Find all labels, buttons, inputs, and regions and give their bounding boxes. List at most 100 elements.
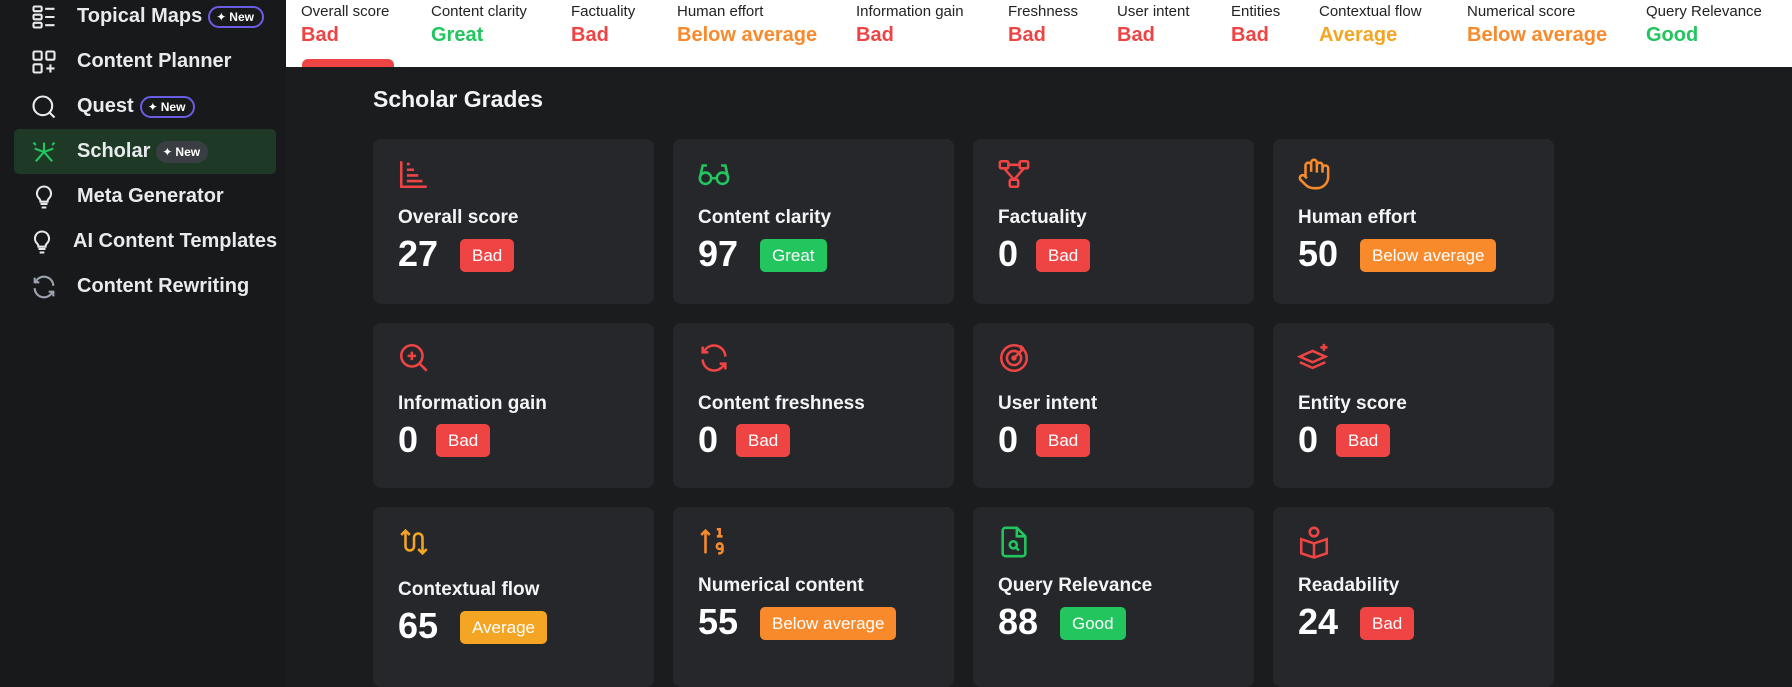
sidebar-item-label: Content Planner: [77, 50, 232, 72]
card-title: Content clarity: [698, 207, 832, 228]
lightbulb-icon: [28, 226, 56, 258]
card-title: Numerical content: [698, 575, 864, 596]
metric-value: Average: [1319, 24, 1398, 46]
metric-label: Entities: [1231, 3, 1281, 20]
card-score: 97: [698, 233, 739, 274]
topical-maps-icon: [28, 1, 60, 33]
metric-value: Bad: [571, 24, 609, 46]
metric-value: Great: [431, 24, 484, 46]
sidebar-item-label: AI Content Templates: [73, 230, 278, 252]
status-badge: Bad: [736, 424, 791, 457]
status-badge: Bad: [436, 424, 491, 457]
zoom-in-icon: [397, 341, 431, 375]
sidebar-item-label: Meta Generator: [77, 185, 224, 207]
hand-icon: [1297, 157, 1331, 191]
card-score: 24: [1298, 601, 1339, 642]
new-badge: ✦ New: [156, 140, 209, 163]
grade-card-entity-score[interactable]: Entity score 0 Bad: [1273, 323, 1554, 488]
sidebar-item-label: Scholar: [77, 140, 151, 162]
flow-icon: [397, 525, 431, 559]
card-score: 0: [698, 419, 719, 460]
bar-chart-icon: [397, 157, 431, 191]
card-title: Factuality: [998, 207, 1087, 228]
metric-label: Information gain: [856, 3, 964, 20]
refresh-icon: [697, 341, 731, 375]
sidebar: Topical Maps ✦ New Content Planner Quest …: [0, 0, 286, 687]
grade-card-content-freshness[interactable]: Content freshness 0 Bad: [673, 323, 954, 488]
grade-card-user-intent[interactable]: User intent 0 Bad: [973, 323, 1254, 488]
card-title: Entity score: [1298, 393, 1407, 414]
grade-card-information-gain[interactable]: Information gain 0 Bad: [373, 323, 654, 488]
grade-card-readability[interactable]: Readability 24 Bad: [1273, 507, 1554, 687]
status-badge: Bad: [1336, 424, 1391, 457]
metric-value: Good: [1646, 24, 1699, 46]
card-title: Overall score: [398, 207, 519, 228]
metric-label: Numerical score: [1467, 3, 1576, 20]
sidebar-item-topical-maps[interactable]: Topical Maps ✦ New: [14, 0, 276, 39]
status-badge: Great: [760, 239, 827, 272]
status-badge: Good: [1060, 607, 1126, 640]
sparkle-icon: ✦: [216, 9, 227, 24]
card-title: Content freshness: [698, 393, 865, 414]
sidebar-item-scholar[interactable]: Scholar ✦ New: [14, 129, 276, 174]
content-planner-icon: [28, 46, 60, 78]
grade-card-contextual-flow[interactable]: Contextual flow 65 Average: [373, 507, 654, 687]
page-title: Scholar Grades: [373, 86, 544, 112]
metrics-bar: Overall score Bad Content clarity Great …: [286, 0, 1792, 67]
sidebar-item-label: Quest: [77, 95, 134, 117]
metric-value: Below average: [1467, 24, 1608, 46]
metric-label: Overall score: [301, 3, 390, 20]
card-title: User intent: [998, 393, 1098, 414]
grade-card-human-effort[interactable]: Human effort 50 Below average: [1273, 139, 1554, 304]
card-score: 0: [1298, 419, 1319, 460]
status-badge: Average: [460, 611, 548, 644]
card-title: Information gain: [398, 393, 547, 414]
status-badge: Bad: [1036, 239, 1091, 272]
sparkle-icon: ✦: [147, 99, 158, 114]
card-title: Human effort: [1298, 207, 1417, 228]
metric-label: Contextual flow: [1319, 3, 1422, 20]
grade-card-query-relevance[interactable]: Query Relevance 88 Good: [973, 507, 1254, 687]
grade-card-overall-score[interactable]: Overall score 27 Bad: [373, 139, 654, 304]
card-score: 27: [398, 233, 439, 274]
card-title: Readability: [1298, 575, 1400, 596]
sidebar-item-label: Topical Maps: [77, 5, 203, 27]
metric-value: Below average: [677, 24, 818, 46]
metric-label: Human effort: [677, 3, 764, 20]
rewrite-icon: [28, 271, 60, 303]
metric-label: Freshness: [1008, 3, 1079, 20]
lightbulb-icon: [28, 181, 60, 213]
glasses-icon: [697, 157, 731, 191]
metric-value: Bad: [1231, 24, 1269, 46]
metric-value: Bad: [301, 24, 339, 46]
card-score: 50: [1298, 233, 1339, 274]
grade-card-numerical-content[interactable]: Numerical content 55 Below average: [673, 507, 954, 687]
status-badge: Below average: [760, 607, 897, 640]
metric-label: User intent: [1117, 3, 1190, 20]
metric-value: Bad: [1008, 24, 1046, 46]
sidebar-item-meta-generator[interactable]: Meta Generator: [14, 174, 276, 219]
status-badge: Bad: [460, 239, 515, 272]
sidebar-item-quest[interactable]: Quest ✦ New: [14, 84, 276, 129]
scholar-icon: [28, 136, 60, 168]
new-badge: ✦ New: [139, 95, 196, 118]
metric-label: Query Relevance: [1646, 3, 1762, 20]
grade-card-content-clarity[interactable]: Content clarity 97 Great: [673, 139, 954, 304]
book-reader-icon: [1297, 525, 1331, 559]
metric-value: Bad: [856, 24, 894, 46]
sort-numeric-icon: [697, 525, 731, 559]
sidebar-item-label: Content Rewriting: [77, 275, 250, 297]
sidebar-item-content-planner[interactable]: Content Planner: [14, 39, 276, 84]
metric-value: Bad: [1117, 24, 1155, 46]
grade-card-factuality[interactable]: Factuality 0 Bad: [973, 139, 1254, 304]
layers-icon: [1296, 341, 1331, 375]
quest-icon: [28, 91, 60, 123]
network-icon: [997, 157, 1031, 191]
card-score: 0: [398, 419, 419, 460]
card-score: 88: [998, 601, 1039, 642]
card-score: 0: [998, 419, 1019, 460]
metric-label: Content clarity: [431, 3, 527, 20]
card-title: Contextual flow: [398, 579, 540, 600]
sidebar-item-content-rewriting[interactable]: Content Rewriting: [14, 264, 276, 309]
sidebar-item-ai-content-templates[interactable]: AI Content Templates: [14, 219, 278, 264]
